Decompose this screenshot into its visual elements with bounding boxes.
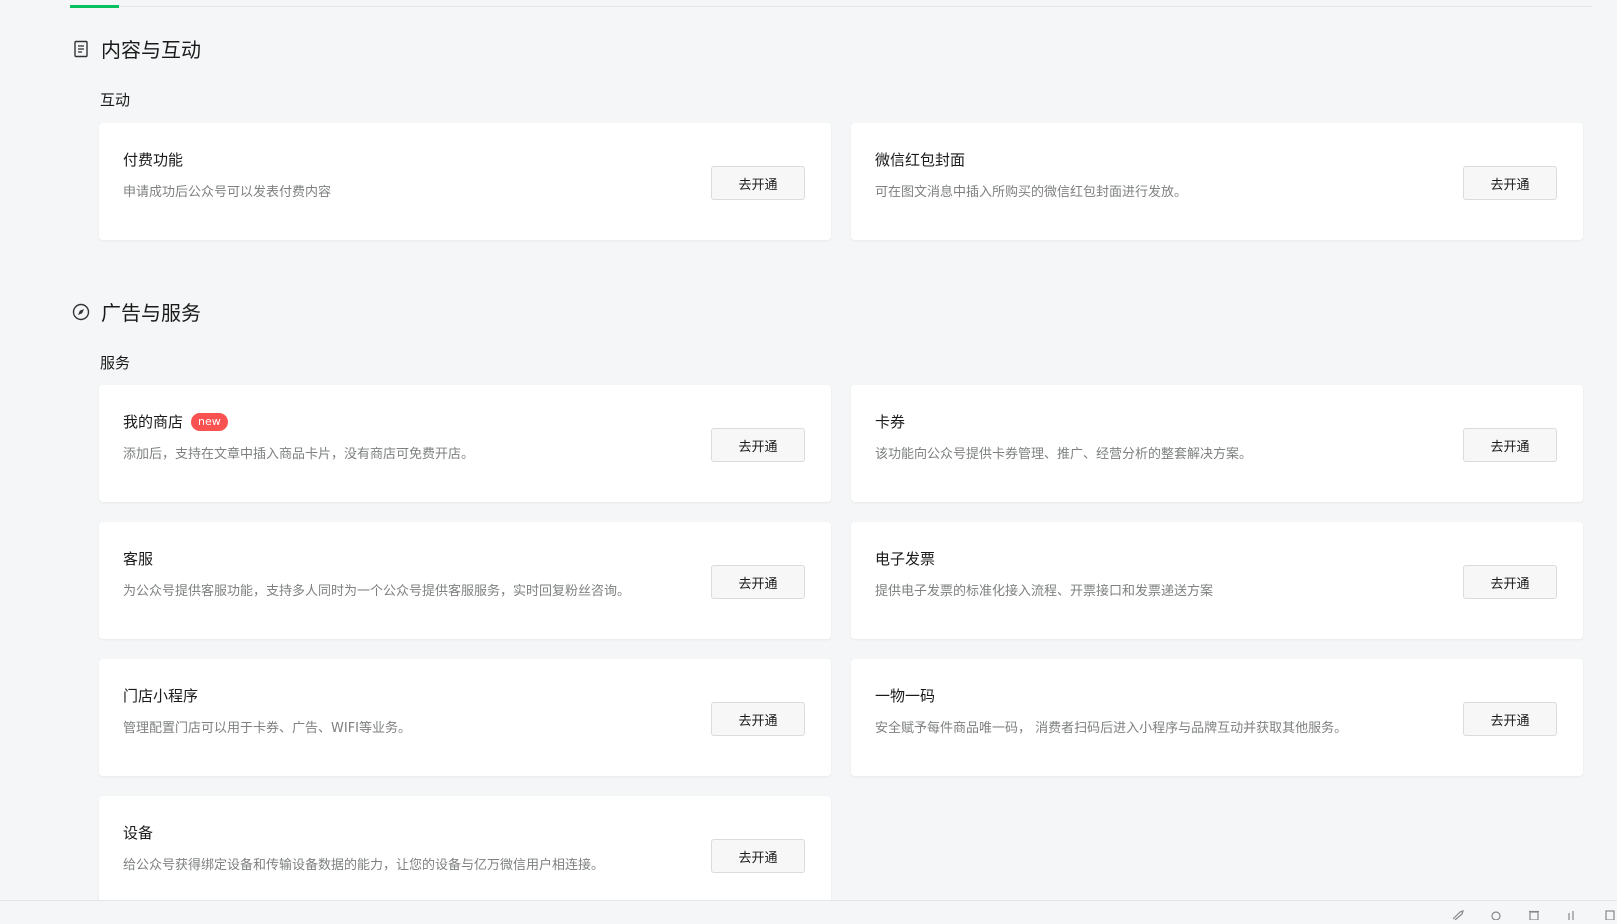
feature-name: 微信红包封面 [875,151,966,169]
trash-icon[interactable] [1527,905,1541,921]
feature-name: 我的商店 new [123,411,228,432]
feature-name: 一物一码 [875,687,936,705]
feature-desc: 可在图文消息中插入所购买的微信红包封面进行发放。 [875,185,1188,200]
activate-button[interactable]: 去开通 [711,702,805,736]
feature-desc: 该功能向公众号提供卡券管理、推广、经营分析的整套解决方案。 [875,447,1253,462]
feature-card-one-item-one-code: 一物一码 安全赋予每件商品唯一码， 消费者扫码后进入小程序与品牌互动并获取其他服… [851,659,1583,776]
subsection-title: 互动 [100,91,131,109]
feature-desc: 给公众号获得绑定设备和传输设备数据的能力，让您的设备与亿万微信用户相连接。 [123,858,605,873]
activate-button[interactable]: 去开通 [711,839,805,873]
feature-card-my-shop: 我的商店 new 添加后，支持在文章中插入商品卡片，没有商店可免费开店。 去开通 [99,385,831,502]
feature-card-customer-service: 客服 为公众号提供客服功能，支持多人同时为一个公众号提供客服服务，实时回复粉丝咨… [99,522,831,639]
chart-icon[interactable] [1565,905,1579,920]
activate-button[interactable]: 去开通 [711,166,805,200]
subsection-title: 服务 [100,354,131,372]
feature-card-store-miniprogram: 门店小程序 管理配置门店可以用于卡券、广告、WIFI等业务。 去开通 [99,659,831,776]
rocket-icon[interactable] [1451,905,1465,921]
bottom-toolbar [0,900,1617,921]
activate-button[interactable]: 去开通 [1463,565,1557,599]
feature-desc: 管理配置门店可以用于卡券、广告、WIFI等业务。 [123,721,411,736]
tab-underline [70,6,1592,7]
feature-card-coupons: 卡券 该功能向公众号提供卡券管理、推广、经营分析的整套解决方案。 去开通 [851,385,1583,502]
feature-name: 卡券 [875,413,906,431]
section-title-content: 内容与互动 [72,34,201,63]
feature-name: 电子发票 [875,550,936,568]
section-title-ads-services: 广告与服务 [72,297,201,326]
share-icon[interactable] [1489,905,1503,921]
section-title-text: 内容与互动 [101,38,201,62]
active-tab-indicator [70,5,119,8]
feature-name: 设备 [123,824,154,842]
activate-button[interactable]: 去开通 [1463,166,1557,200]
feature-desc: 安全赋予每件商品唯一码， 消费者扫码后进入小程序与品牌互动并获取其他服务。 [875,721,1348,736]
feature-card-devices: 设备 给公众号获得绑定设备和传输设备数据的能力，让您的设备与亿万微信用户相连接。… [99,796,831,913]
activate-button[interactable]: 去开通 [711,565,805,599]
panel-icon[interactable] [1603,905,1617,921]
feature-card-e-invoice: 电子发票 提供电子发票的标准化接入流程、开票接口和发票递送方案 去开通 [851,522,1583,639]
feature-name: 客服 [123,550,154,568]
feature-desc: 提供电子发票的标准化接入流程、开票接口和发票递送方案 [875,584,1214,599]
activate-button[interactable]: 去开通 [711,428,805,462]
document-icon [72,40,90,58]
feature-desc: 申请成功后公众号可以发表付费内容 [123,185,332,200]
new-badge: new [191,412,228,431]
feature-name: 门店小程序 [123,687,199,705]
activate-button[interactable]: 去开通 [1463,428,1557,462]
compass-icon [72,303,90,321]
section-title-text: 广告与服务 [101,301,201,325]
feature-card-paid: 付费功能 申请成功后公众号可以发表付费内容 去开通 [99,123,831,240]
feature-card-red-packet-cover: 微信红包封面 可在图文消息中插入所购买的微信红包封面进行发放。 去开通 [851,123,1583,240]
feature-desc: 为公众号提供客服功能，支持多人同时为一个公众号提供客服服务，实时回复粉丝咨询。 [123,584,631,599]
feature-name: 付费功能 [123,151,184,169]
activate-button[interactable]: 去开通 [1463,702,1557,736]
feature-desc: 添加后，支持在文章中插入商品卡片，没有商店可免费开店。 [123,447,475,462]
